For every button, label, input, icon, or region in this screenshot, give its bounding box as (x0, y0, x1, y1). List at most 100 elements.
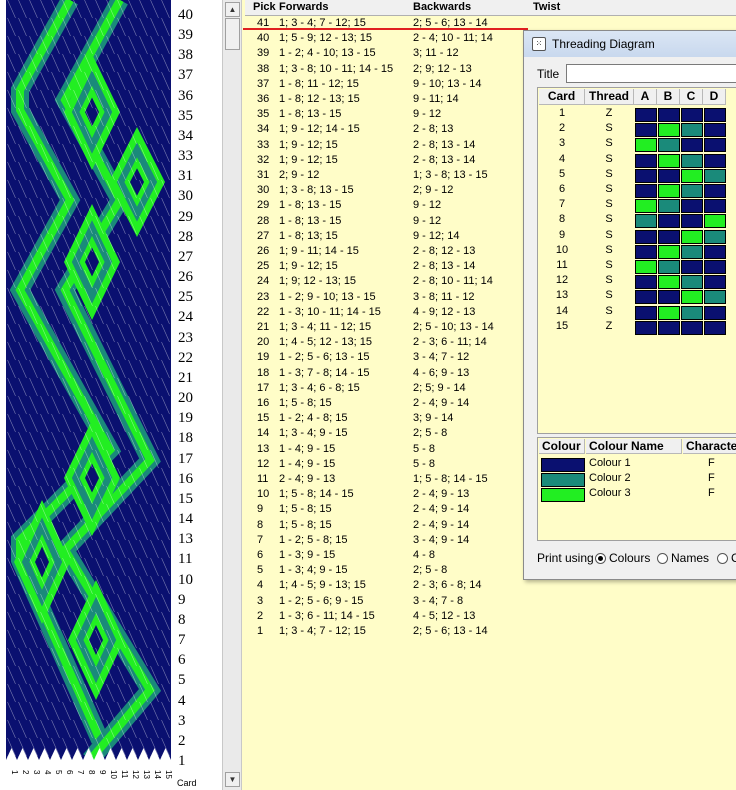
thread-direction[interactable]: S (587, 168, 631, 180)
hole-swatch[interactable] (658, 214, 680, 229)
hole-swatch[interactable] (635, 260, 657, 274)
hole-swatch[interactable] (681, 260, 703, 274)
threading-row[interactable]: 7S (538, 198, 736, 214)
hole-swatch[interactable] (658, 123, 680, 138)
hole-swatch[interactable] (635, 153, 657, 168)
hole-swatch[interactable] (635, 244, 657, 259)
thread-direction[interactable]: S (587, 244, 631, 256)
threading-row[interactable]: 11 S (538, 259, 736, 274)
hole-swatch[interactable] (704, 305, 726, 320)
hole-swatch[interactable] (681, 244, 703, 259)
threading-row[interactable]: 8S (538, 213, 736, 229)
thread-direction[interactable]: S (587, 183, 631, 195)
colour-swatch[interactable] (541, 488, 585, 502)
hole-swatch[interactable] (681, 199, 703, 214)
hole-swatch[interactable] (658, 244, 680, 259)
hole-swatch[interactable] (704, 138, 726, 153)
col-header-twist[interactable]: Twist (533, 1, 560, 13)
hole-swatch[interactable] (658, 108, 680, 122)
thread-direction[interactable]: S (587, 198, 631, 210)
threading-row[interactable]: 2S (538, 122, 736, 138)
print-option-radio[interactable] (595, 553, 606, 564)
hole-swatch[interactable] (704, 214, 726, 229)
hole-swatch[interactable] (681, 290, 703, 305)
hole-swatch[interactable] (658, 168, 680, 183)
threading-row[interactable]: 5S (538, 168, 736, 183)
dialog-titlebar[interactable]: ⁙ Threading Diagram (524, 31, 736, 57)
threading-row[interactable]: 4S (538, 153, 736, 168)
hole-swatch[interactable] (681, 184, 703, 198)
hole-swatch[interactable] (635, 290, 657, 305)
hole-swatch[interactable] (704, 229, 726, 244)
colour-swatch[interactable] (541, 458, 585, 472)
hole-swatch[interactable] (658, 199, 680, 214)
thread-direction[interactable]: S (587, 289, 631, 301)
threading-row[interactable]: 6S (538, 183, 736, 198)
hole-swatch[interactable] (681, 305, 703, 320)
col-header-backwards[interactable]: Backwards (413, 1, 471, 13)
hole-swatch[interactable] (704, 153, 726, 168)
col-header-forwards[interactable]: Forwards (279, 1, 329, 13)
threading-row[interactable]: 10 S (538, 244, 736, 259)
threading-row[interactable]: 14 S (538, 305, 736, 320)
threading-row[interactable]: 15 Z (538, 320, 736, 335)
hole-swatch[interactable] (704, 260, 726, 274)
print-option-label[interactable]: C (731, 551, 736, 565)
hole-swatch[interactable] (635, 275, 657, 290)
hole-swatch[interactable] (704, 184, 726, 198)
threading-row[interactable]: 12 S (538, 274, 736, 290)
thread-direction[interactable]: Z (587, 320, 631, 332)
thread-direction[interactable]: S (587, 229, 631, 241)
hole-swatch[interactable] (681, 320, 703, 335)
hole-swatch[interactable] (681, 138, 703, 153)
title-input[interactable] (566, 64, 736, 83)
pick-row[interactable]: 1 1; 3 - 4; 7 - 12; 15 2; 5 - 6; 13 - 14 (245, 624, 736, 639)
thread-direction[interactable]: S (587, 259, 631, 271)
hole-swatch[interactable] (658, 153, 680, 168)
hole-swatch[interactable] (635, 320, 657, 335)
hole-swatch[interactable] (635, 184, 657, 198)
hole-swatch[interactable] (704, 168, 726, 183)
thread-direction[interactable]: S (587, 137, 631, 149)
thread-direction[interactable]: S (587, 305, 631, 317)
hole-swatch[interactable] (635, 229, 657, 244)
hole-swatch[interactable] (681, 168, 703, 183)
hole-swatch[interactable] (635, 199, 657, 214)
scroll-thumb[interactable] (225, 18, 240, 50)
thread-direction[interactable]: S (587, 122, 631, 134)
hole-swatch[interactable] (635, 108, 657, 122)
hole-swatch[interactable] (658, 229, 680, 244)
print-option-radio[interactable] (717, 553, 728, 564)
thread-direction[interactable]: Z (587, 107, 631, 119)
hole-swatch[interactable] (704, 244, 726, 259)
col-header-pick[interactable]: Pick (253, 1, 276, 13)
threading-row[interactable]: 9S (538, 229, 736, 244)
hole-swatch[interactable] (704, 123, 726, 138)
pick-row[interactable]: 2 1 - 3; 6 - 11; 14 - 15 4 - 5; 12 - 13 (245, 609, 736, 624)
pick-row[interactable]: 3 1 - 2; 5 - 6; 9 - 15 3 - 4; 7 - 8 (245, 594, 736, 609)
scroll-down-icon[interactable]: ▼ (225, 772, 240, 787)
hole-swatch[interactable] (635, 123, 657, 138)
threading-row[interactable]: 3S (538, 137, 736, 153)
hole-swatch[interactable] (704, 320, 726, 335)
colour-row[interactable]: Colour 3 F (538, 487, 736, 502)
hole-swatch[interactable] (681, 229, 703, 244)
hole-swatch[interactable] (704, 275, 726, 290)
hole-swatch[interactable] (658, 260, 680, 274)
hole-swatch[interactable] (658, 275, 680, 290)
thread-direction[interactable]: S (587, 213, 631, 225)
thread-direction[interactable]: S (587, 153, 631, 165)
hole-swatch[interactable] (658, 138, 680, 153)
hole-swatch[interactable] (658, 320, 680, 335)
hole-swatch[interactable] (704, 108, 726, 122)
weave-vertical-scrollbar[interactable]: ▲ ▼ (222, 0, 242, 790)
pick-row[interactable]: 4 1; 4 - 5; 9 - 13; 15 2 - 3; 6 - 8; 14 (245, 578, 736, 593)
hole-swatch[interactable] (681, 153, 703, 168)
hole-swatch[interactable] (658, 290, 680, 305)
hole-swatch[interactable] (635, 168, 657, 183)
hole-swatch[interactable] (681, 214, 703, 229)
threading-row[interactable]: 1Z (538, 107, 736, 122)
print-option-label[interactable]: Names (671, 551, 709, 565)
scroll-up-icon[interactable]: ▲ (225, 2, 240, 17)
hole-swatch[interactable] (635, 305, 657, 320)
